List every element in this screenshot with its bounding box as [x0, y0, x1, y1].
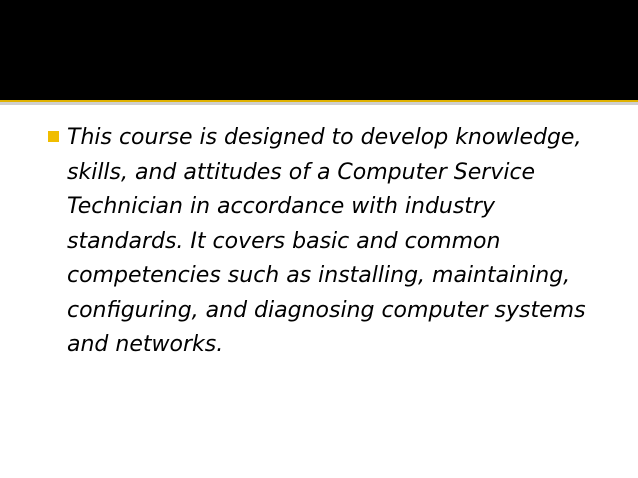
- bullet-item: This course is designed to develop knowl…: [48, 121, 608, 363]
- square-bullet-icon: [48, 131, 59, 142]
- bullet-text: This course is designed to develop knowl…: [67, 125, 586, 357]
- slide-content: This course is designed to develop knowl…: [48, 121, 608, 363]
- header-band: [0, 0, 638, 100]
- shadow-rule: [0, 102, 638, 105]
- slide: This course is designed to develop knowl…: [0, 0, 638, 478]
